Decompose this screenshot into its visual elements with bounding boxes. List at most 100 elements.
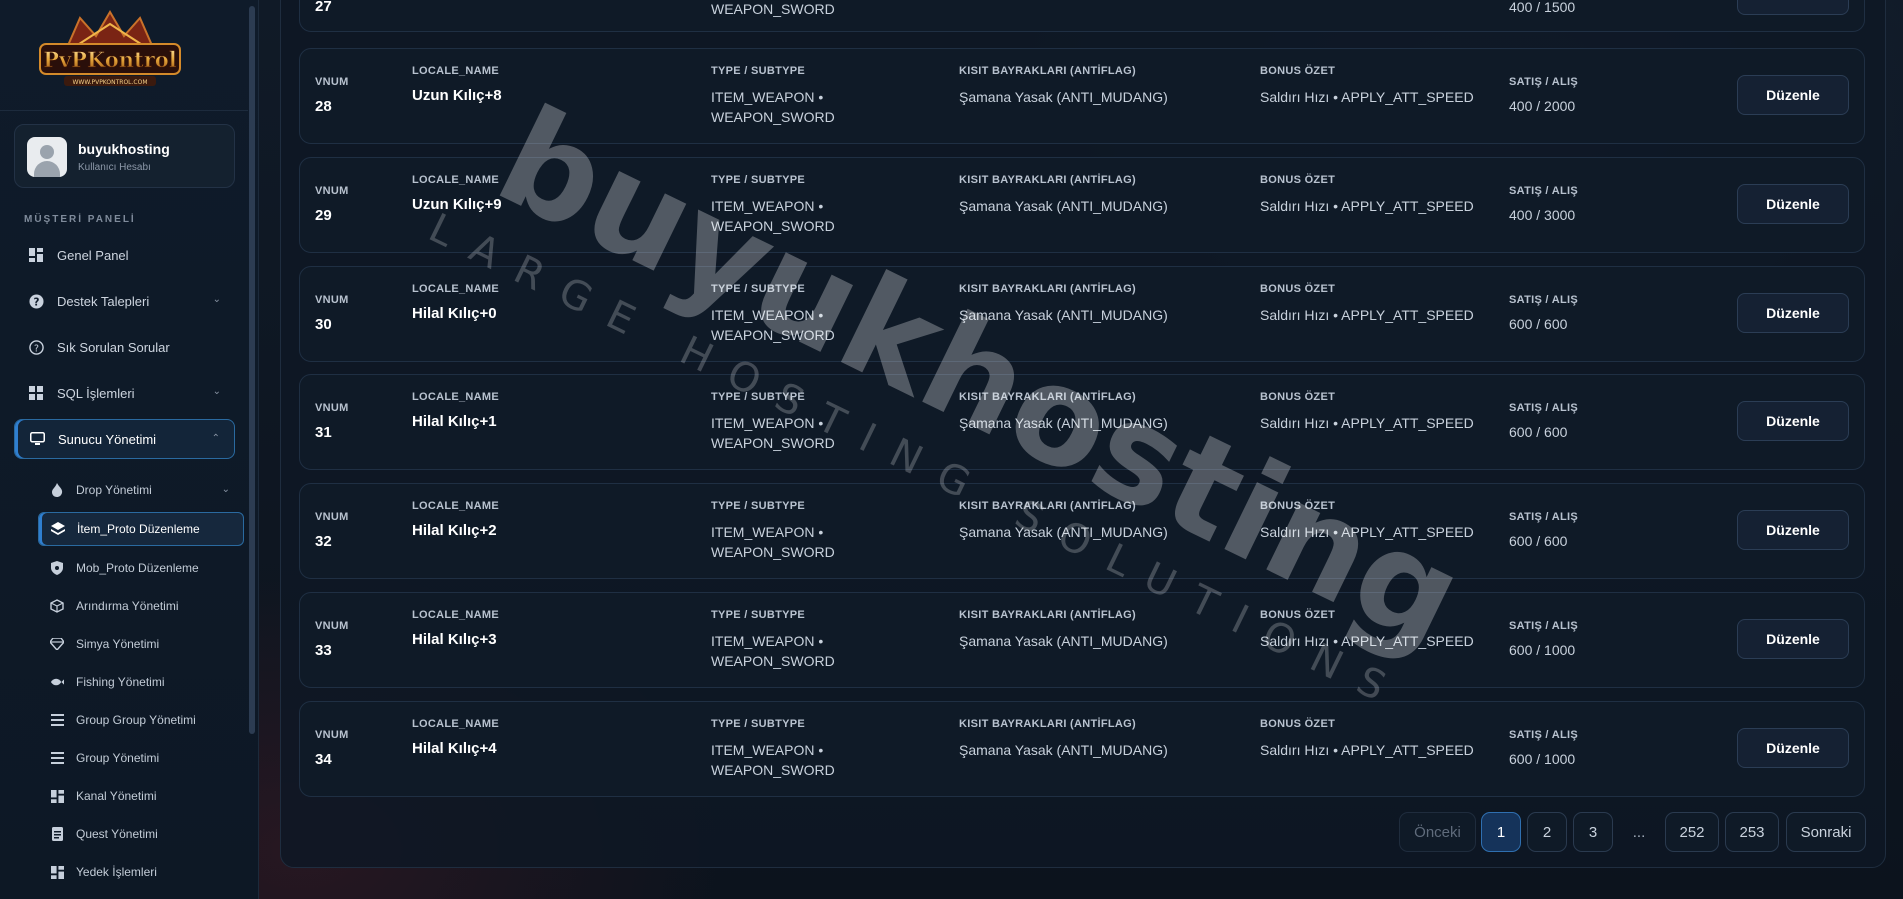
type-value-line1: ITEM_WEAPON •	[711, 307, 824, 323]
type-value-line1: ITEM_WEAPON •	[711, 524, 824, 540]
user-card[interactable]: buyukhosting Kullanıcı Hesabı	[14, 124, 235, 188]
sub-item-label: Group Group Yönetimi	[76, 713, 196, 727]
table-row: VNUM 28 LOCALE_NAME Uzun Kılıç+8 TYPE / SUBT…	[299, 48, 1865, 144]
antiflag-value: Şamana Yasak (ANTI_MUDANG)	[959, 89, 1168, 105]
monitor-icon	[29, 431, 45, 447]
locale-name-label: LOCALE_NAME	[412, 609, 500, 621]
sub-item-label: Yedek İşlemleri	[76, 865, 157, 879]
sub-item-group-group[interactable]: Group Group Yönetimi	[38, 703, 244, 737]
sub-item-label: İtem_Proto Düzenleme	[77, 522, 200, 536]
locale-name-value: Uzun Kılıç+9	[412, 196, 502, 213]
pagination-page-253[interactable]: 253	[1725, 812, 1779, 852]
sub-item-fishing[interactable]: Fishing Yönetimi	[38, 665, 244, 699]
locale-name-label: LOCALE_NAME	[412, 65, 500, 77]
locale-name-label: LOCALE_NAME	[412, 174, 500, 186]
vnum-label: VNUM	[315, 729, 349, 741]
svg-text:PvPKontrol: PvPKontrol	[43, 47, 177, 72]
price-label: SATIŞ / ALIŞ	[1509, 294, 1578, 306]
sidebar-item-genel-panel[interactable]: Genel Panel	[14, 235, 235, 275]
sidebar-item-destek-talepleri[interactable]: ? Destek Talepleri ⌄	[14, 281, 235, 321]
locale-name-value: Hilal Kılıç+4	[412, 740, 497, 757]
edit-button[interactable]: Düzenle	[1737, 184, 1849, 224]
vnum-value: 30	[315, 316, 332, 333]
table-row: VNUM 32 LOCALE_NAME Hilal Kılıç+2 TYPE / SUB…	[299, 483, 1865, 579]
pagination-page-3[interactable]: 3	[1573, 812, 1613, 852]
chevron-up-icon: ⌃	[211, 433, 220, 444]
sidebar-scrollbar[interactable]	[249, 6, 255, 734]
edit-button[interactable]: Düzenle	[1737, 510, 1849, 550]
sub-item-arindirma[interactable]: Arındırma Yönetimi	[38, 589, 244, 623]
price-value: 600 / 600	[1509, 424, 1568, 440]
locale-name-value: Hilal Kılıç+0	[412, 305, 497, 322]
edit-button[interactable]: Düzenle	[1737, 75, 1849, 115]
pagination-page-2[interactable]: 2	[1527, 812, 1567, 852]
edit-button[interactable]: Düzenle	[1737, 728, 1849, 768]
sub-item-mob-proto[interactable]: Mob_Proto Düzenleme	[38, 551, 244, 585]
pagination-page-252[interactable]: 252	[1665, 812, 1719, 852]
sidebar: PvPKontrol WWW.PVPKONTROL.COM buyukhosti…	[0, 0, 259, 899]
antiflag-value: Şamana Yasak (ANTI_MUDANG)	[959, 415, 1168, 431]
type-value-line1: ITEM_WEAPON •	[711, 198, 824, 214]
cube-icon	[50, 599, 64, 613]
fish-icon	[50, 675, 64, 689]
pagination-page-1[interactable]: 1	[1481, 812, 1521, 852]
edit-button[interactable]: Düzenle	[1737, 0, 1849, 15]
sub-item-label: Mob_Proto Düzenleme	[76, 561, 199, 575]
table-row: VNUM 33 LOCALE_NAME Hilal Kılıç+3 TYPE / SUB…	[299, 592, 1865, 688]
locale-name-value: Hilal Kılıç+2	[412, 522, 497, 539]
sub-item-group[interactable]: Group Yönetimi	[38, 741, 244, 775]
sub-item-drop-yonetimi[interactable]: Drop Yönetimi ⌄	[38, 473, 244, 507]
vnum-value: 31	[315, 424, 332, 441]
type-value-line2: WEAPON_SWORD	[711, 327, 835, 343]
price-label: SATIŞ / ALIŞ	[1509, 402, 1578, 414]
sub-item-simya[interactable]: Simya Yönetimi	[38, 627, 244, 661]
table-row: VNUM 34 LOCALE_NAME Hilal Kılıç+4 TYPE / SUB…	[299, 701, 1865, 797]
brand-logo[interactable]: PvPKontrol WWW.PVPKONTROL.COM	[36, 10, 184, 94]
edit-button[interactable]: Düzenle	[1737, 401, 1849, 441]
type-value-line1: ITEM_WEAPON •	[711, 89, 824, 105]
sidebar-item-sql-islemleri[interactable]: SQL İşlemleri ⌄	[14, 373, 235, 413]
bonus-label: BONUS ÖZET	[1260, 391, 1336, 403]
vnum-value: 33	[315, 642, 332, 659]
type-value-line2: WEAPON_SWORD	[711, 1, 835, 17]
table-row: 27 WEAPON_SWORD 400 / 1500 Düzenle	[299, 0, 1865, 32]
vnum-value: 28	[315, 98, 332, 115]
sub-item-quest[interactable]: Quest Yönetimi	[38, 817, 244, 851]
pagination-prev[interactable]: Önceki	[1399, 812, 1476, 852]
sidebar-item-sunucu-yonetimi[interactable]: Sunucu Yönetimi ⌃	[14, 419, 235, 459]
svg-text:WWW.PVPKONTROL.COM: WWW.PVPKONTROL.COM	[72, 79, 147, 86]
help-icon: ?	[28, 293, 44, 309]
layers-icon	[51, 522, 65, 536]
bonus-label: BONUS ÖZET	[1260, 65, 1336, 77]
vnum-label: VNUM	[315, 185, 349, 197]
bonus-value: Saldırı Hızı • APPLY_ATT_SPEED	[1260, 415, 1474, 431]
sub-item-item-proto[interactable]: İtem_Proto Düzenleme	[38, 512, 244, 546]
sidebar-item-label: Sık Sorulan Sorular	[57, 339, 170, 355]
price-label: SATIŞ / ALIŞ	[1509, 729, 1578, 741]
edit-button[interactable]: Düzenle	[1737, 293, 1849, 333]
type-value-line2: WEAPON_SWORD	[711, 762, 835, 778]
sub-item-label: Group Yönetimi	[76, 751, 160, 765]
type-value-line1: ITEM_WEAPON •	[711, 633, 824, 649]
type-label: TYPE / SUBTYPE	[711, 174, 806, 186]
svg-text:?: ?	[33, 296, 39, 308]
chevron-down-icon: ⌄	[212, 386, 221, 397]
vnum-label: VNUM	[315, 511, 349, 523]
type-value-line2: WEAPON_SWORD	[711, 544, 835, 560]
sidebar-item-label: SQL İşlemleri	[57, 385, 135, 401]
price-label: SATIŞ / ALIŞ	[1509, 185, 1578, 197]
type-value-line1: ITEM_WEAPON •	[711, 415, 824, 431]
sub-item-kanal[interactable]: Kanal Yönetimi	[38, 779, 244, 813]
edit-button[interactable]: Düzenle	[1737, 619, 1849, 659]
grid-icon	[28, 385, 44, 401]
chevron-down-icon: ⌄	[212, 294, 221, 305]
antiflag-label: KISIT BAYRAKLARI (ANTİFLAG)	[959, 391, 1136, 403]
flame-icon	[50, 483, 64, 497]
sub-item-yedek[interactable]: Yedek İşlemleri	[38, 855, 244, 889]
vnum-label: VNUM	[315, 76, 349, 88]
section-title: MÜŞTERİ PANELİ	[24, 214, 136, 225]
sidebar-item-sss[interactable]: ? Sık Sorulan Sorular	[14, 327, 235, 367]
pagination-next[interactable]: Sonraki	[1786, 812, 1866, 852]
price-value: 400 / 1500	[1509, 0, 1576, 15]
price-value: 600 / 1000	[1509, 751, 1576, 767]
